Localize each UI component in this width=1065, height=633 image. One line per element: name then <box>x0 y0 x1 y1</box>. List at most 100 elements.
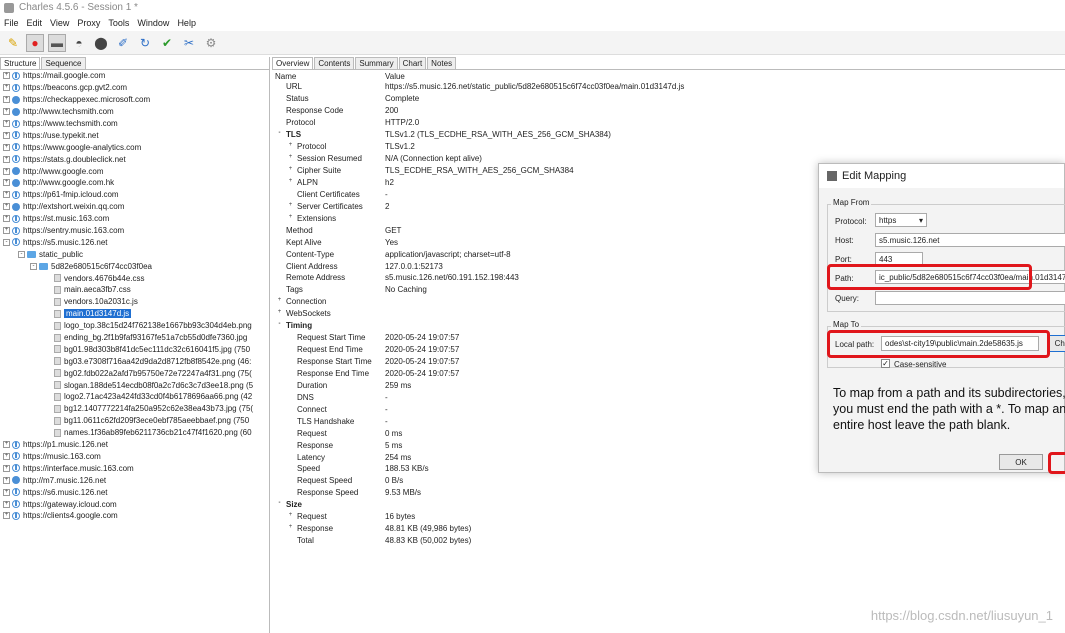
query-input[interactable] <box>875 291 1065 305</box>
tree-host-item[interactable]: + https://mail.google.com <box>0 70 269 82</box>
expand-toggle-icon[interactable]: + <box>3 120 10 127</box>
expand-toggle-icon[interactable]: + <box>3 452 10 460</box>
throttle-button[interactable]: ▬ <box>48 33 66 52</box>
expand-toggle-icon[interactable]: - <box>275 500 284 508</box>
expand-toggle-icon[interactable]: + <box>286 512 295 520</box>
expand-toggle-icon[interactable]: + <box>3 191 10 199</box>
expand-toggle-icon[interactable]: + <box>3 227 10 235</box>
expand-toggle-icon[interactable]: + <box>3 167 10 175</box>
validate-button[interactable]: ✔ <box>158 34 176 52</box>
ok-button[interactable]: OK <box>999 454 1043 470</box>
tree-file-item[interactable]: names.1f36ab89feb6211736cb21c47f4f1620.p… <box>0 427 269 439</box>
expand-toggle-icon[interactable]: + <box>3 143 10 151</box>
expand-toggle-icon[interactable]: + <box>3 464 10 472</box>
expand-toggle-icon[interactable]: + <box>286 154 295 162</box>
tab-chart[interactable]: Chart <box>398 57 427 69</box>
tab-overview[interactable]: Overview <box>272 57 314 69</box>
tree-host-item[interactable]: + https://www.google-analytics.com <box>0 141 269 153</box>
tree-host-item[interactable]: + https://p1.music.126.net <box>0 439 269 451</box>
tree-file-item[interactable]: ending_bg.2f1b9faf93167fe51a7cb55d0dfe73… <box>0 332 269 344</box>
tree-file-item[interactable]: vendors.4676b44e.css <box>0 272 269 284</box>
case-sensitive-checkbox[interactable]: ✓ <box>881 359 890 368</box>
expand-toggle-icon[interactable]: + <box>286 202 295 210</box>
expand-toggle-icon[interactable]: + <box>275 309 284 317</box>
host-input[interactable]: s5.music.126.net <box>875 233 1065 247</box>
expand-toggle-icon[interactable]: + <box>3 488 10 496</box>
menu-file[interactable]: File <box>4 18 19 28</box>
tree-host-item[interactable]: + https://gateway.icloud.com <box>0 498 269 510</box>
expand-toggle-icon[interactable]: + <box>3 203 10 211</box>
expand-toggle-icon[interactable]: + <box>3 476 10 484</box>
tools-button[interactable]: ✂ <box>180 34 198 52</box>
record-button[interactable]: ● <box>26 33 44 52</box>
expand-toggle-icon[interactable]: + <box>3 179 10 187</box>
menu-help[interactable]: Help <box>177 18 196 28</box>
pen-button[interactable]: ✎ <box>4 34 22 52</box>
expand-toggle-icon[interactable]: + <box>3 84 10 92</box>
expand-toggle-icon[interactable]: + <box>3 441 10 449</box>
repeat-button[interactable]: ↻ <box>136 34 154 52</box>
turtle-button[interactable]: ◓ <box>70 34 88 52</box>
expand-toggle-icon[interactable]: - <box>275 321 284 329</box>
expand-toggle-icon[interactable]: + <box>3 215 10 223</box>
tree-file-item[interactable]: bg02.fdb022a2afd7b95750e72e72247a4f31.pn… <box>0 367 269 379</box>
menu-edit[interactable]: Edit <box>27 18 43 28</box>
compose-button[interactable]: ✐ <box>114 34 132 52</box>
tab-contents[interactable]: Contents <box>314 57 355 69</box>
tree-host-item[interactable]: + https://st.music.163.com <box>0 213 269 225</box>
expand-toggle-icon[interactable]: - <box>18 250 25 258</box>
tree-host-item[interactable]: - https://s5.music.126.net <box>0 236 269 248</box>
tree-file-item[interactable]: bg11.0611c62fd209f3ece0ebf785aeebbaef.pn… <box>0 415 269 427</box>
tree-host-item[interactable]: + http://extshort.weixin.qq.com <box>0 201 269 213</box>
expand-toggle-icon[interactable]: - <box>275 130 284 138</box>
settings-button[interactable]: ⚙ <box>202 34 220 52</box>
tree-host-item[interactable]: + https://clients4.google.com <box>0 510 269 522</box>
expand-toggle-icon[interactable]: + <box>3 72 10 80</box>
tree-file-item[interactable]: main.01d3147d.js <box>0 308 269 320</box>
tree-file-item[interactable]: slogan.188de514ecdb08f0a2c7d6c3c7d3ee18.… <box>0 379 269 391</box>
expand-toggle-icon[interactable]: + <box>286 142 295 150</box>
expand-toggle-icon[interactable]: + <box>3 512 10 520</box>
tree-folder-hash[interactable]: - 5d82e680515c6f74cc03f0ea <box>0 260 269 272</box>
expand-toggle-icon[interactable]: + <box>3 155 10 163</box>
tree-host-item[interactable]: + https://www.techsmith.com <box>0 118 269 130</box>
tree-host-item[interactable]: + https://checkappexec.microsoft.com <box>0 94 269 106</box>
menu-window[interactable]: Window <box>137 18 169 28</box>
tree-host-item[interactable]: + https://p61-fmip.icloud.com <box>0 189 269 201</box>
tree-host-item[interactable]: + https://beacons.gcp.gvt2.com <box>0 82 269 94</box>
expand-toggle-icon[interactable]: + <box>286 214 295 222</box>
tab-notes[interactable]: Notes <box>427 57 457 69</box>
tree-host-item[interactable]: + https://s6.music.126.net <box>0 486 269 498</box>
protocol-select[interactable]: https ▾ <box>875 213 927 227</box>
tree-file-item[interactable]: main.aeca3fb7.css <box>0 284 269 296</box>
tab-structure[interactable]: Structure <box>0 57 41 69</box>
tree-file-item[interactable]: bg01.98d303b8f41dc5ec111dc32c616041f5.jp… <box>0 343 269 355</box>
tree-file-item[interactable]: bg12.1407772214fa250a952c62e38ea43b73.jp… <box>0 403 269 415</box>
tab-summary[interactable]: Summary <box>355 57 398 69</box>
tree-host-item[interactable]: + http://www.google.com <box>0 165 269 177</box>
expand-toggle-icon[interactable]: - <box>3 238 10 246</box>
tree-folder-static-public[interactable]: - static_public <box>0 248 269 260</box>
expand-toggle-icon[interactable]: + <box>3 131 10 139</box>
expand-toggle-icon[interactable]: + <box>3 108 10 116</box>
tree-host-item[interactable]: + http://m7.music.126.net <box>0 474 269 486</box>
expand-toggle-icon[interactable]: + <box>286 178 295 186</box>
tab-sequence[interactable]: Sequence <box>41 57 86 69</box>
expand-toggle-icon[interactable]: + <box>275 297 284 305</box>
tree-file-item[interactable]: logo2.71ac423a424fd33cd0f4b6178696aa66.p… <box>0 391 269 403</box>
tree-host-item[interactable]: + http://www.techsmith.com <box>0 106 269 118</box>
tree-host-item[interactable]: + https://stats.g.doubleclick.net <box>0 153 269 165</box>
expand-toggle-icon[interactable]: + <box>286 524 295 532</box>
expand-toggle-icon[interactable]: - <box>30 262 37 270</box>
tree-host-item[interactable]: + http://www.google.com.hk <box>0 177 269 189</box>
menu-view[interactable]: View <box>50 18 69 28</box>
tree-file-item[interactable]: logo_top.38c15d24f762138e1667bb93c304d4e… <box>0 320 269 332</box>
tree-host-item[interactable]: + https://use.typekit.net <box>0 129 269 141</box>
menu-tools[interactable]: Tools <box>108 18 129 28</box>
tree-file-item[interactable]: vendors.10a2031c.js <box>0 296 269 308</box>
breakpoint-button[interactable]: ⬤ <box>92 34 110 52</box>
expand-toggle-icon[interactable]: + <box>3 500 10 508</box>
tree-host-item[interactable]: + https://interface.music.163.com <box>0 462 269 474</box>
expand-toggle-icon[interactable]: + <box>3 96 10 104</box>
tree-host-item[interactable]: + https://sentry.music.163.com <box>0 225 269 237</box>
